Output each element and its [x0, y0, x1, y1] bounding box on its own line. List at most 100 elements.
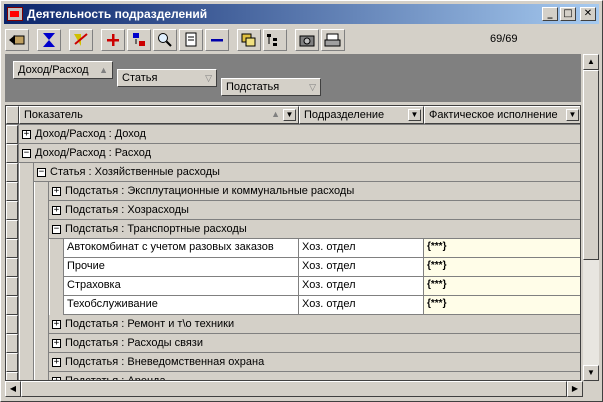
- level-indent: [49, 239, 64, 258]
- group-row[interactable]: + Подстатья : Расходы связи: [49, 334, 580, 353]
- cell-actual[interactable]: {***}: [424, 277, 580, 296]
- data-grid[interactable]: Показатель ▲ ▼ Подразделение ▼ Фактическ…: [5, 105, 581, 381]
- row-indicator[interactable]: [6, 220, 18, 239]
- row-indicator[interactable]: [6, 334, 18, 353]
- group-row[interactable]: + Подстатья : Эксплутационные и коммуналь…: [49, 182, 580, 201]
- delete-icon[interactable]: [205, 29, 229, 51]
- collapse-icon[interactable]: −: [37, 167, 46, 177]
- column-header-department[interactable]: Подразделение ▼: [299, 106, 424, 124]
- group-by-panel[interactable]: Доход/Расход ▲ Статья ▽ Подстатья ▽: [5, 54, 581, 102]
- group-row[interactable]: + Доход/Расход : Доход: [19, 125, 580, 144]
- column-filter-button[interactable]: ▼: [566, 109, 579, 121]
- print-icon[interactable]: [321, 29, 345, 51]
- group-row-label: Доход/Расход : Расход: [35, 147, 151, 159]
- collapse-icon[interactable]: −: [22, 148, 31, 158]
- maximize-button[interactable]: □: [560, 7, 576, 21]
- expand-icon[interactable]: +: [52, 338, 61, 348]
- structure-icon[interactable]: [263, 29, 287, 51]
- cell-actual[interactable]: {***}: [424, 296, 580, 315]
- scroll-left-button[interactable]: ◀: [5, 381, 21, 397]
- cell-indicator[interactable]: Страховка: [64, 277, 299, 296]
- app-icon[interactable]: [7, 7, 23, 21]
- level-indent: [34, 372, 49, 380]
- scroll-up-button[interactable]: ▲: [583, 54, 599, 70]
- sort-icon[interactable]: [69, 29, 93, 51]
- window-title: Деятельность подразделений: [27, 7, 208, 21]
- cell-actual[interactable]: {***}: [424, 258, 580, 277]
- group-row[interactable]: + Подстатья : Ремонт и т\о техники: [49, 315, 580, 334]
- group-row-label: Статья : Хозяйственные расходы: [50, 166, 220, 178]
- row-indicator[interactable]: [6, 258, 18, 277]
- horizontal-scrollbar[interactable]: ◀ ▶: [5, 381, 583, 397]
- group-row-label: Подстатья : Ремонт и т\о техники: [65, 318, 235, 330]
- cell-indicator[interactable]: Прочие: [64, 258, 299, 277]
- column-header-indicator[interactable]: Показатель ▲ ▼: [19, 106, 299, 124]
- group-chip-income-expense[interactable]: Доход/Расход ▲: [13, 61, 113, 79]
- row-indicator[interactable]: [6, 353, 18, 372]
- column-filter-button[interactable]: ▼: [283, 109, 296, 121]
- group-row[interactable]: + Подстатья : Вневедомственная охрана: [49, 353, 580, 372]
- level-indent: [49, 296, 64, 315]
- cell-department[interactable]: Хоз. отдел: [299, 258, 424, 277]
- vertical-scrollbar[interactable]: ▲ ▼: [583, 54, 599, 381]
- level-indent: [34, 296, 49, 315]
- column-filter-button[interactable]: ▼: [408, 109, 421, 121]
- close-button[interactable]: ✕: [580, 7, 596, 21]
- cell-indicator[interactable]: Техобслуживание: [64, 296, 299, 315]
- level-indent: [19, 372, 34, 380]
- group-row[interactable]: − Доход/Расход : Расход: [19, 144, 580, 163]
- header-corner: [6, 106, 19, 124]
- group-row[interactable]: + Подстатья : Хозрасходы: [49, 201, 580, 220]
- add-icon[interactable]: [101, 29, 125, 51]
- group-row[interactable]: + Подстатья : Аренда: [49, 372, 580, 380]
- cell-actual[interactable]: {***}: [424, 239, 580, 258]
- row-indicator[interactable]: [6, 182, 18, 201]
- export-icon[interactable]: [179, 29, 203, 51]
- scroll-thumb[interactable]: [583, 70, 599, 260]
- scroll-down-button[interactable]: ▼: [583, 365, 599, 381]
- copy-row-icon[interactable]: [127, 29, 151, 51]
- minimize-button[interactable]: _: [542, 7, 558, 21]
- row-indicator[interactable]: [6, 163, 18, 182]
- filter-icon[interactable]: [37, 29, 61, 51]
- group-chip-article[interactable]: Статья ▽: [117, 69, 217, 87]
- row-indicator[interactable]: [6, 277, 18, 296]
- row-indicator[interactable]: [6, 144, 18, 163]
- group-chip-label: Доход/Расход: [18, 64, 89, 76]
- expand-icon[interactable]: +: [22, 129, 31, 139]
- column-header-actual[interactable]: Фактическое исполнение ▼: [424, 106, 580, 124]
- cell-department[interactable]: Хоз. отдел: [299, 239, 424, 258]
- level-indent: [49, 258, 64, 277]
- row-indicator[interactable]: [6, 372, 18, 380]
- level-indent: [34, 315, 49, 334]
- title-bar[interactable]: Деятельность подразделений _ □ ✕: [4, 4, 599, 24]
- collapse-icon[interactable]: −: [52, 224, 61, 234]
- main-window: Деятельность подразделений _ □ ✕ 69/69 Д…: [0, 0, 603, 402]
- cell-indicator[interactable]: Автокомбинат с учетом разовых заказов: [64, 239, 299, 258]
- expand-icon[interactable]: +: [52, 357, 61, 367]
- group-row[interactable]: − Статья : Хозяйственные расходы: [34, 163, 580, 182]
- expand-icon[interactable]: +: [52, 205, 61, 215]
- row-indicator[interactable]: [6, 296, 18, 315]
- expand-icon[interactable]: +: [52, 319, 61, 329]
- level-indent: [34, 334, 49, 353]
- group-row-label: Подстатья : Расходы связи: [65, 337, 203, 349]
- cell-department[interactable]: Хоз. отдел: [299, 296, 424, 315]
- back-icon[interactable]: [5, 29, 29, 51]
- sort-arrow-icon: ▽: [205, 73, 212, 83]
- size-grip[interactable]: [583, 381, 599, 397]
- level-indent: [34, 353, 49, 372]
- scroll-thumb[interactable]: [21, 381, 567, 397]
- group-row[interactable]: − Подстатья : Транспортные расходы: [49, 220, 580, 239]
- folders-icon[interactable]: [237, 29, 261, 51]
- cell-department[interactable]: Хоз. отдел: [299, 277, 424, 296]
- find-icon[interactable]: [153, 29, 177, 51]
- row-indicator[interactable]: [6, 201, 18, 220]
- scroll-right-button[interactable]: ▶: [567, 381, 583, 397]
- group-chip-subarticle[interactable]: Подстатья ▽: [221, 78, 321, 96]
- row-indicator[interactable]: [6, 239, 18, 258]
- expand-icon[interactable]: +: [52, 186, 61, 196]
- row-indicator[interactable]: [6, 125, 18, 144]
- row-indicator[interactable]: [6, 315, 18, 334]
- camera-icon[interactable]: [295, 29, 319, 51]
